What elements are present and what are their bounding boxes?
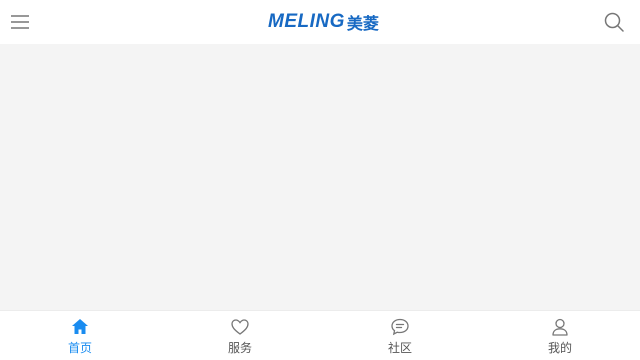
logo-latin-text: MELING xyxy=(268,11,345,32)
tab-community[interactable]: 社区 xyxy=(320,311,480,360)
heart-icon xyxy=(231,319,249,335)
logo-cjk-text: 美菱 xyxy=(346,14,379,33)
search-button[interactable] xyxy=(604,12,624,32)
tab-home-label: 首页 xyxy=(67,341,92,355)
tab-service-label: 服务 xyxy=(227,341,252,355)
bottom-tab-bar: 首页 服务 社区 我的 xyxy=(0,310,640,360)
brand-logo[interactable]: MELING 美菱 xyxy=(268,10,379,34)
tab-community-label: 社区 xyxy=(387,341,412,355)
hamburger-menu-icon xyxy=(11,15,29,29)
top-header: MELING 美菱 xyxy=(0,0,640,44)
tab-profile[interactable]: 我的 xyxy=(480,311,640,360)
main-content-area xyxy=(0,44,640,310)
tab-home[interactable]: 首页 xyxy=(0,311,160,360)
search-icon xyxy=(604,12,624,32)
tab-profile-label: 我的 xyxy=(547,341,572,355)
user-icon xyxy=(552,318,568,336)
menu-button[interactable] xyxy=(10,12,30,32)
chat-bubble-icon xyxy=(391,318,409,336)
home-icon xyxy=(72,319,88,334)
tab-service[interactable]: 服务 xyxy=(160,311,320,360)
